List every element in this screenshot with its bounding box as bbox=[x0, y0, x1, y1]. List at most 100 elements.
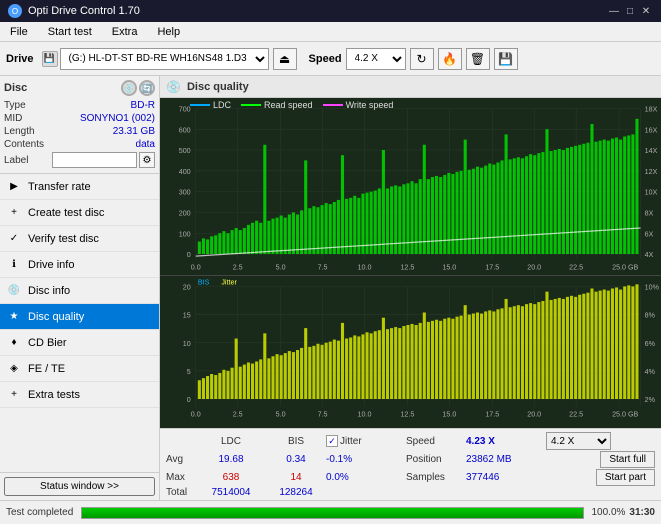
charts-area: LDC Read speed Write speed bbox=[160, 98, 661, 428]
jitter-checkbox[interactable]: ✓ bbox=[326, 435, 338, 447]
top-chart-svg: 700 600 500 400 300 200 100 0 18X 16X 14… bbox=[160, 98, 661, 275]
sidebar-item-verify-test-disc-label: Verify test disc bbox=[28, 233, 99, 245]
svg-text:22.5: 22.5 bbox=[569, 409, 583, 418]
sidebar-item-transfer-rate[interactable]: ▶ Transfer rate bbox=[0, 174, 159, 200]
close-button[interactable]: ✕ bbox=[639, 4, 653, 18]
menu-help[interactable]: Help bbox=[151, 25, 186, 39]
disc-mid-label: MID bbox=[4, 113, 22, 124]
sidebar: Disc 💿 🔄 Type BD-R MID SONYNO1 (002) Len… bbox=[0, 76, 160, 500]
drive-select[interactable]: (G:) HL-DT-ST BD-RE WH16NS48 1.D3 bbox=[60, 48, 269, 70]
svg-text:12.5: 12.5 bbox=[400, 409, 414, 418]
sidebar-item-extra-tests-label: Extra tests bbox=[28, 389, 80, 401]
menu-start-test[interactable]: Start test bbox=[42, 25, 98, 39]
progress-percent: 100.0% bbox=[592, 507, 626, 518]
fe-te-icon: ◈ bbox=[6, 361, 22, 377]
svg-text:20.0: 20.0 bbox=[527, 409, 541, 418]
write-legend-line bbox=[323, 104, 343, 106]
svg-text:BIS: BIS bbox=[198, 277, 210, 286]
jitter-col-header-area: ✓ Jitter bbox=[326, 435, 406, 447]
read-legend-item: Read speed bbox=[241, 100, 313, 110]
stats-speed-select[interactable]: 4.2 X bbox=[546, 432, 611, 450]
status-time: 31:30 bbox=[629, 507, 655, 518]
ldc-legend-line bbox=[190, 104, 210, 106]
svg-text:5: 5 bbox=[187, 367, 191, 376]
title-bar-left: O Opti Drive Control 1.70 bbox=[8, 4, 140, 18]
max-bis: 14 bbox=[266, 472, 326, 483]
progress-bar-container bbox=[81, 507, 583, 519]
create-test-disc-icon: + bbox=[6, 205, 22, 221]
sidebar-item-transfer-rate-label: Transfer rate bbox=[28, 181, 91, 193]
refresh-button[interactable]: ↻ bbox=[410, 48, 434, 70]
svg-text:16X: 16X bbox=[645, 125, 658, 134]
app-title: Opti Drive Control 1.70 bbox=[28, 5, 140, 17]
svg-text:0: 0 bbox=[187, 250, 191, 259]
sidebar-item-verify-test-disc[interactable]: ✓ Verify test disc bbox=[0, 226, 159, 252]
disc-label-input[interactable] bbox=[52, 152, 137, 168]
sidebar-item-drive-info[interactable]: ℹ Drive info bbox=[0, 252, 159, 278]
write-legend-item: Write speed bbox=[323, 100, 394, 110]
drive-icon: 💾 bbox=[42, 51, 58, 67]
chart-header-title: Disc quality bbox=[187, 81, 249, 93]
svg-text:0: 0 bbox=[187, 395, 191, 404]
speed-select[interactable]: 4.2 X bbox=[346, 48, 406, 70]
disc-quality-icon: ★ bbox=[6, 309, 22, 325]
svg-text:10%: 10% bbox=[645, 282, 660, 291]
status-window-button[interactable]: Status window >> bbox=[4, 477, 155, 496]
disc-label-key: Label bbox=[4, 155, 28, 166]
main-area: Disc 💿 🔄 Type BD-R MID SONYNO1 (002) Len… bbox=[0, 76, 661, 500]
menu-file[interactable]: File bbox=[4, 25, 34, 39]
position-value: 23862 MB bbox=[466, 454, 546, 465]
avg-label: Avg bbox=[166, 454, 196, 465]
save-button[interactable]: 💾 bbox=[494, 48, 518, 70]
disc-mid-value: SONYNO1 (002) bbox=[80, 113, 155, 124]
read-legend-label: Read speed bbox=[264, 100, 313, 110]
start-full-button[interactable]: Start full bbox=[600, 451, 655, 468]
burn-button[interactable]: 🔥 bbox=[438, 48, 462, 70]
start-part-btn-area: Start part bbox=[546, 469, 655, 486]
svg-text:700: 700 bbox=[179, 104, 191, 113]
sidebar-item-disc-quality[interactable]: ★ Disc quality bbox=[0, 304, 159, 330]
disc-contents-row: Contents data bbox=[4, 138, 155, 151]
svg-text:4X: 4X bbox=[645, 250, 654, 259]
disc-label-button[interactable]: ⚙ bbox=[139, 152, 155, 168]
svg-text:10.0: 10.0 bbox=[358, 409, 372, 418]
eject-button[interactable]: ⏏ bbox=[273, 48, 297, 70]
svg-text:17.5: 17.5 bbox=[485, 263, 499, 272]
sidebar-item-create-test-disc[interactable]: + Create test disc bbox=[0, 200, 159, 226]
top-chart: LDC Read speed Write speed bbox=[160, 98, 661, 276]
svg-text:14X: 14X bbox=[645, 146, 658, 155]
sidebar-item-fe-te[interactable]: ◈ FE / TE bbox=[0, 356, 159, 382]
svg-text:5.0: 5.0 bbox=[276, 263, 286, 272]
svg-text:15.0: 15.0 bbox=[442, 409, 456, 418]
start-part-button[interactable]: Start part bbox=[596, 469, 655, 486]
svg-text:20: 20 bbox=[183, 282, 191, 291]
minimize-button[interactable]: — bbox=[607, 4, 621, 18]
sidebar-item-disc-info[interactable]: 💿 Disc info bbox=[0, 278, 159, 304]
sidebar-item-extra-tests[interactable]: + Extra tests bbox=[0, 382, 159, 408]
disc-icon-2: 🔄 bbox=[139, 80, 155, 96]
stats-panel: LDC BIS ✓ Jitter Speed 4.23 X 4.2 X Avg … bbox=[160, 428, 661, 500]
menu-extra[interactable]: Extra bbox=[106, 25, 144, 39]
bottom-chart-svg: 20 15 10 5 0 10% 8% 6% 4% 2% bbox=[160, 276, 661, 428]
sidebar-item-cd-bier[interactable]: ♦ CD Bier bbox=[0, 330, 159, 356]
erase-button[interactable]: 🗑 bbox=[466, 48, 490, 70]
bottom-chart: 20 15 10 5 0 10% 8% 6% 4% 2% bbox=[160, 276, 661, 428]
status-window-area: Status window >> bbox=[0, 472, 159, 500]
disc-mid-row: MID SONYNO1 (002) bbox=[4, 112, 155, 125]
top-chart-legend: LDC Read speed Write speed bbox=[190, 100, 393, 110]
svg-text:2.5: 2.5 bbox=[233, 409, 243, 418]
svg-text:4%: 4% bbox=[645, 367, 656, 376]
total-ldc: 7514004 bbox=[196, 487, 266, 498]
svg-text:0.0: 0.0 bbox=[191, 263, 201, 272]
svg-text:600: 600 bbox=[179, 125, 191, 134]
app-icon: O bbox=[8, 4, 22, 18]
progress-bar-fill bbox=[82, 508, 582, 518]
menu-bar: File Start test Extra Help bbox=[0, 22, 661, 42]
disc-label-input-row: ⚙ bbox=[52, 152, 155, 168]
content-area: 💿 Disc quality LDC Read speed bbox=[160, 76, 661, 500]
speed-value-display: 4.23 X bbox=[466, 436, 546, 447]
svg-text:7.5: 7.5 bbox=[318, 409, 328, 418]
extra-tests-icon: + bbox=[6, 387, 22, 403]
svg-text:10: 10 bbox=[183, 339, 191, 348]
maximize-button[interactable]: □ bbox=[623, 4, 637, 18]
